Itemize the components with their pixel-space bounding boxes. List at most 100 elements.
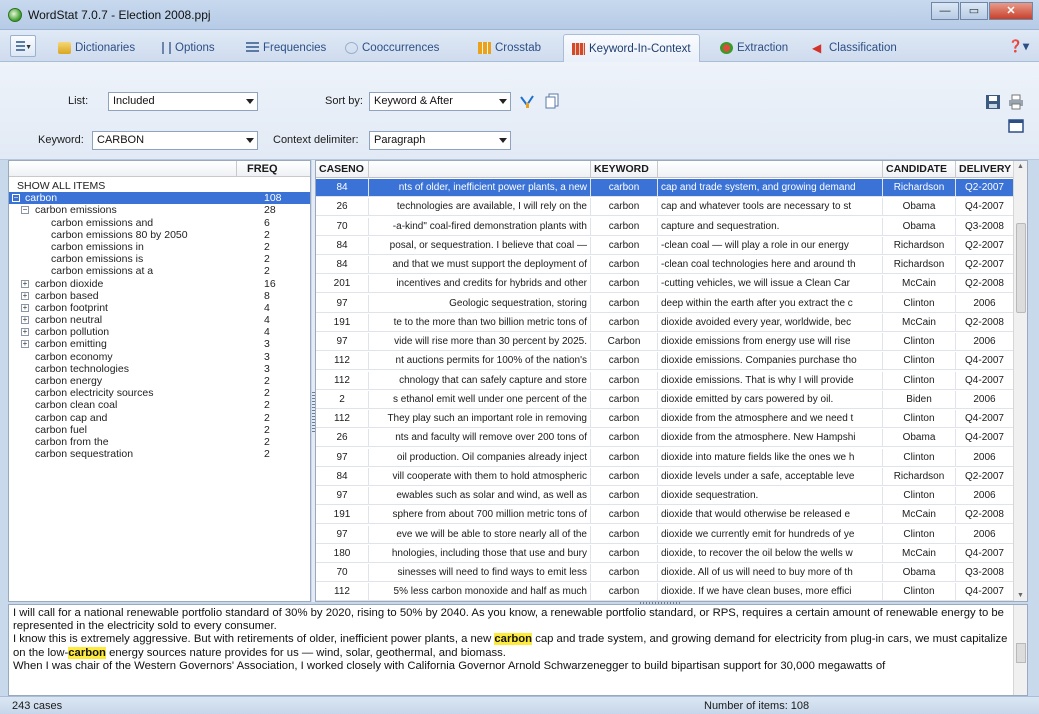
tree-item[interactable]: carbon emissions at a 2 (9, 265, 310, 277)
keyword-cell: carbon (591, 294, 658, 313)
tree-item[interactable]: carbon emissions in 2 (9, 241, 310, 253)
grid-scrollbar[interactable]: ▲ ▼ (1013, 161, 1027, 601)
help-button[interactable]: ❓▾ (1008, 39, 1029, 53)
show-all-items[interactable]: SHOW ALL ITEMS (9, 180, 310, 192)
tree-item[interactable]: carbon energy 2 (9, 375, 310, 387)
table-row[interactable]: 26 nts and faculty will remove over 200 t… (316, 429, 1027, 448)
tree-item[interactable]: carbon economy 3 (9, 351, 310, 363)
delivery-cell: Q4-2007 (956, 544, 1014, 563)
tree-item[interactable]: − carbon 108 (9, 192, 310, 205)
freq-column-header[interactable]: FREQ (247, 163, 278, 175)
expand-icon[interactable]: + (21, 303, 29, 312)
print-icon[interactable] (1008, 94, 1024, 110)
table-row[interactable]: 112 chnology that can safely capture and … (316, 371, 1027, 390)
table-row[interactable]: 97 Geologic sequestration, storing carbon d… (316, 294, 1027, 313)
maximize-button[interactable]: ▭ (960, 2, 988, 20)
table-row[interactable]: 84 vill cooperate with them to hold atmos… (316, 467, 1027, 486)
table-row[interactable]: 191 sphere from about 700 million metric … (316, 506, 1027, 525)
copy-icon[interactable] (545, 93, 561, 109)
table-row[interactable]: 97 oil production. Oil companies already … (316, 448, 1027, 467)
close-button[interactable]: ✕ (989, 2, 1033, 20)
tree-item[interactable]: carbon emissions and 6 (9, 217, 310, 229)
collapse-icon[interactable]: − (21, 206, 29, 215)
table-row[interactable]: 180 hnologies, including those that use a… (316, 544, 1027, 563)
tab-frequencies[interactable]: Frequencies (246, 38, 326, 58)
table-row[interactable]: 201 incentives and credits for hybrids an… (316, 275, 1027, 294)
tree-item[interactable]: carbon from the 2 (9, 436, 310, 448)
scroll-down-icon[interactable]: ▼ (1017, 592, 1024, 599)
caseno-cell: 84 (316, 256, 369, 274)
tree-item[interactable]: + carbon pollution 4 (9, 326, 310, 338)
tree-item[interactable]: + carbon based 8 (9, 290, 310, 302)
tree-item[interactable]: carbon cap and 2 (9, 412, 310, 424)
tab-classification[interactable]: ◀ Classification (812, 38, 897, 58)
expand-icon[interactable]: + (21, 291, 29, 300)
collapse-icon[interactable]: − (12, 194, 20, 203)
table-row[interactable]: 70 sinesses will need to find ways to emi… (316, 564, 1027, 582)
caseno-column-header[interactable]: CASENO (316, 161, 369, 178)
table-row[interactable]: 112 5% less carbon monoxide and half as m… (316, 583, 1027, 601)
expand-icon[interactable]: + (21, 328, 29, 337)
text-pane-scrollbar[interactable] (1013, 605, 1027, 695)
tree-item[interactable]: + carbon dioxide 16 (9, 278, 310, 290)
tab-dictionaries[interactable]: Dictionaries (58, 38, 135, 58)
tree-item[interactable]: carbon technologies 3 (9, 363, 310, 375)
delivery-cell: Q4-2007 (956, 583, 1014, 601)
tree-item[interactable]: + carbon emitting 3 (9, 338, 310, 350)
right-context-column-header[interactable] (658, 161, 883, 178)
tab-options[interactable]: Options (162, 38, 215, 58)
keyword-highlight: carbon (68, 646, 106, 659)
delivery-cell: Q2-2007 (956, 179, 1014, 197)
tree-item[interactable]: carbon emissions is 2 (9, 253, 310, 265)
table-row[interactable]: 97 eve we will be able to store nearly al… (316, 525, 1027, 544)
expand-icon[interactable]: + (21, 316, 29, 325)
table-row[interactable]: 84 nts of older, inefficient power plants… (316, 179, 1027, 197)
keyword-select[interactable]: CARBON (92, 131, 258, 150)
table-row[interactable]: 84 and that we must support the deploymen… (316, 256, 1027, 274)
tab-cooccurrences[interactable]: Cooccurrences (345, 38, 439, 58)
app-menu-button[interactable]: ▼ (10, 35, 36, 57)
table-row[interactable]: 84 posal, or sequestration. I believe tha… (316, 236, 1027, 255)
table-row[interactable]: 2s ethanol emit well under one percent o… (316, 390, 1027, 409)
scrollbar-thumb[interactable] (1016, 643, 1026, 663)
table-row[interactable]: 97 ewables such as solar and wind, as wel… (316, 487, 1027, 505)
list-select[interactable]: Included (108, 92, 258, 111)
left-context-column-header[interactable] (369, 161, 591, 178)
keyword-cell: Carbon (591, 333, 658, 351)
window-layout-icon[interactable] (1008, 118, 1024, 134)
highlight-marker-icon[interactable] (519, 94, 535, 110)
tab-extraction[interactable]: Extraction (720, 38, 788, 58)
table-row[interactable]: 112 nt auctions permits for 100% of the n… (316, 352, 1027, 371)
tree-item[interactable]: carbon fuel 2 (9, 424, 310, 436)
context-delimiter-select[interactable]: Paragraph (369, 131, 511, 150)
table-row[interactable]: 97 vide will rise more than 30 percent by… (316, 333, 1027, 351)
table-row[interactable]: 26 technologies are available, I will rel… (316, 198, 1027, 217)
tab-keyword-in-context[interactable]: Keyword-In-Context (563, 34, 700, 62)
scroll-up-icon[interactable]: ▲ (1017, 163, 1024, 170)
tree-item-count: 4 (264, 301, 270, 314)
scrollbar-thumb[interactable] (1016, 223, 1026, 313)
tree-item[interactable]: carbon electricity sources 2 (9, 387, 310, 399)
minimize-button[interactable]: — (931, 2, 959, 20)
tree-item[interactable]: carbon emissions 80 by 2050 2 (9, 229, 310, 241)
caseno-cell: 180 (316, 544, 369, 563)
keyword-column-header[interactable]: KEYWORD (591, 161, 658, 178)
table-row[interactable]: 112 They play such an important role in r… (316, 410, 1027, 428)
tree-item[interactable]: carbon sequestration 2 (9, 448, 310, 460)
tree-item[interactable]: + carbon neutral 4 (9, 314, 310, 326)
save-icon[interactable] (985, 94, 1001, 110)
sort-select[interactable]: Keyword & After (369, 92, 511, 111)
expand-icon[interactable]: + (21, 279, 29, 288)
expand-icon[interactable]: + (21, 340, 29, 349)
tree-item[interactable]: − carbon emissions 28 (9, 204, 310, 216)
table-row[interactable]: 191 te to the more than two billion metri… (316, 313, 1027, 332)
tree-item[interactable]: + carbon footprint 4 (9, 302, 310, 314)
tree-item[interactable]: carbon clean coal 2 (9, 399, 310, 411)
tree-item-label: carbon emissions and (51, 216, 154, 229)
window-title: WordStat 7.0.7 - Election 2008.ppj (28, 8, 211, 22)
candidate-column-header[interactable]: CANDIDATE (883, 161, 956, 178)
table-row[interactable]: 70 -a-kind" coal-fired demonstration plan… (316, 217, 1027, 236)
delivery-column-header[interactable]: DELIVERY (956, 161, 1014, 178)
tab-crosstab[interactable]: Crosstab (478, 38, 541, 58)
keyword-cell: carbon (591, 352, 658, 371)
